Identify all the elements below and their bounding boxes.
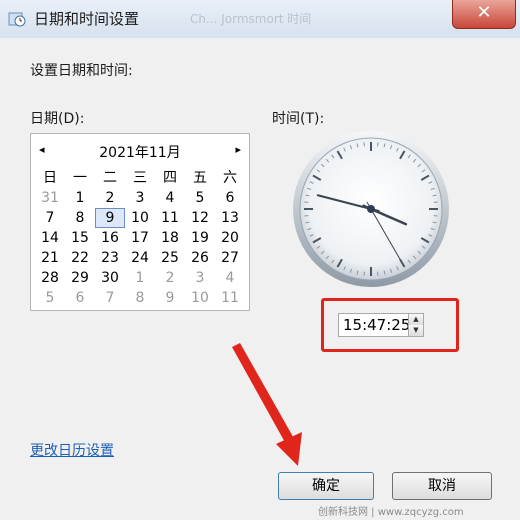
cancel-button[interactable]: 取消 bbox=[392, 472, 492, 500]
change-calendar-settings-link[interactable]: 更改日历设置 bbox=[30, 440, 114, 460]
watermark: 创新科技网 | www.zqcyzg.com bbox=[318, 507, 464, 518]
ok-button[interactable]: 确定 bbox=[278, 472, 374, 500]
date-time-settings-window: 日期和时间设置 Ch... Jormsmort 时间 ✕ 设置日期和时间: 日期… bbox=[0, 0, 520, 520]
